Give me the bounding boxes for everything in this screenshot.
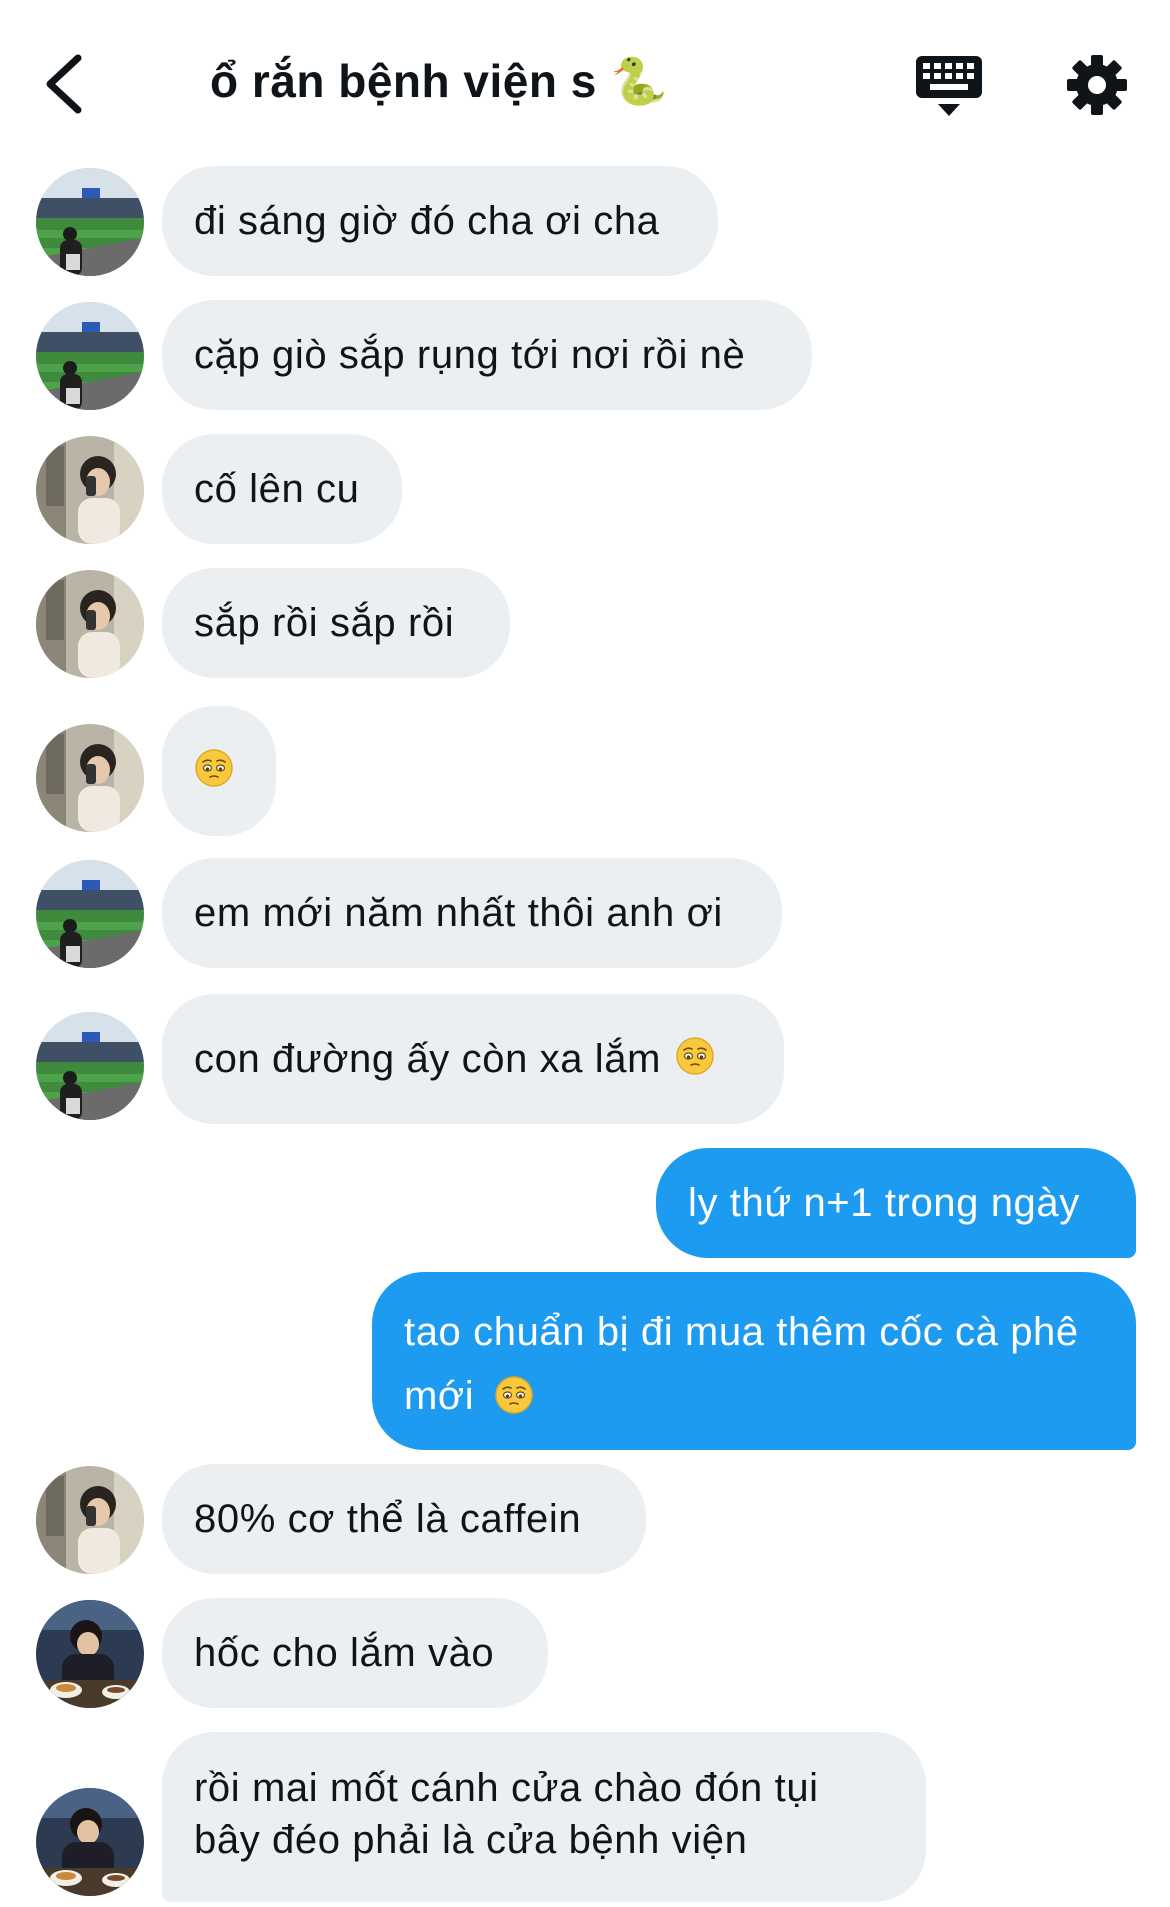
gear-icon — [1067, 55, 1127, 115]
back-button[interactable] — [40, 52, 90, 116]
avatar-stadium[interactable] — [36, 1012, 144, 1120]
avatar-stadium[interactable] — [36, 860, 144, 968]
message-bubble-incoming[interactable]: sắp rồi sắp rồi — [162, 568, 510, 678]
avatar-stadium[interactable] — [36, 168, 144, 276]
message-text: đi sáng giờ đó cha ơi cha — [194, 199, 660, 243]
avatar-stadium[interactable] — [36, 302, 144, 410]
avatar-mirror[interactable] — [36, 570, 144, 678]
keyboard-icon — [916, 56, 982, 116]
message-text: sắp rồi sắp rồi — [194, 601, 455, 645]
message-text: 80% cơ thể là caffein — [194, 1497, 582, 1541]
snake-emoji: 🐍 — [610, 54, 668, 108]
avatar-mirror[interactable] — [36, 436, 144, 544]
message-bubble-incoming[interactable]: 80% cơ thể là caffein — [162, 1464, 646, 1574]
message-bubble-incoming[interactable]: cố lên cu — [162, 434, 402, 544]
message-bubble-incoming[interactable]: đi sáng giờ đó cha ơi cha — [162, 166, 718, 276]
message-bubble-incoming[interactable] — [162, 706, 276, 836]
conversation-title-text: ổ rắn bệnh viện s — [210, 55, 597, 107]
pleading-face-icon — [675, 1036, 715, 1076]
settings-button[interactable] — [1064, 52, 1130, 118]
message-text: cặp giò sắp rụng tới nơi rồi nè — [194, 333, 746, 377]
pleading-face-icon — [494, 1375, 534, 1415]
chat-header: ổ rắn bệnh viện s 🐍 — [0, 0, 1170, 160]
message-bubble-incoming[interactable]: rồi mai mốt cánh cửa chào đón tụi bây đé… — [162, 1732, 926, 1902]
message-text: cố lên cu — [194, 467, 360, 511]
avatar-food[interactable] — [36, 1788, 144, 1896]
message-text: rồi mai mốt cánh cửa chào đón tụi bây đé… — [194, 1766, 819, 1862]
message-text: em mới năm nhất thôi anh ơi — [194, 891, 723, 935]
avatar-mirror[interactable] — [36, 724, 144, 832]
conversation-title: ổ rắn bệnh viện s 🐍 — [210, 54, 668, 109]
message-bubble-outgoing[interactable]: ly thứ n+1 trong ngày — [656, 1148, 1136, 1258]
avatar-food[interactable] — [36, 1600, 144, 1708]
message-text: ly thứ n+1 trong ngày — [688, 1181, 1080, 1225]
message-bubble-incoming[interactable]: hốc cho lắm vào — [162, 1598, 548, 1708]
message-bubble-incoming[interactable]: em mới năm nhất thôi anh ơi — [162, 858, 782, 968]
message-text: con đường ấy còn xa lắm — [194, 1037, 662, 1081]
keyboard-button[interactable] — [914, 52, 984, 122]
message-text: tao chuẩn bị đi mua thêm cốc cà phê mới — [404, 1310, 1079, 1418]
message-text: hốc cho lắm vào — [194, 1631, 495, 1675]
avatar-mirror[interactable] — [36, 1466, 144, 1574]
message-bubble-outgoing[interactable]: tao chuẩn bị đi mua thêm cốc cà phê mới — [372, 1272, 1136, 1450]
pleading-face-icon — [194, 748, 234, 788]
message-bubble-incoming[interactable]: con đường ấy còn xa lắm — [162, 994, 784, 1124]
message-bubble-incoming[interactable]: cặp giò sắp rụng tới nơi rồi nè — [162, 300, 812, 410]
chevron-left-icon — [46, 54, 82, 114]
